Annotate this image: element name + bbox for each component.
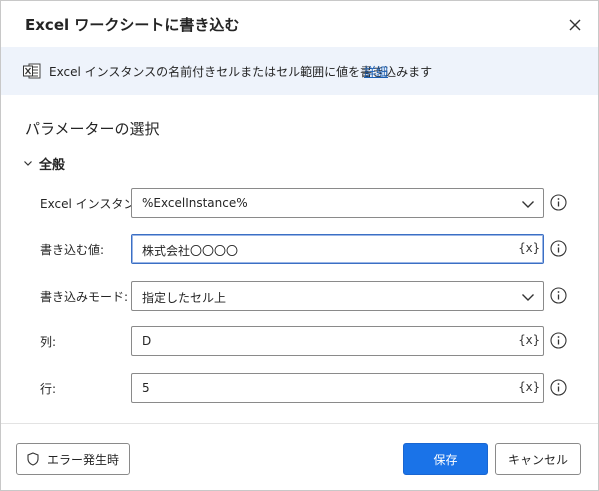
field-row-write-mode: 書き込みモード: 指定したセル上 (1, 281, 598, 311)
excel-icon (23, 63, 41, 79)
group-label: 全般 (39, 157, 66, 173)
chevron-down-icon (522, 201, 534, 208)
info-icon[interactable] (550, 379, 567, 396)
info-banner: Excel インスタンスの名前付きセルまたはセル範囲に値を書き込みます 詳細 (1, 47, 598, 95)
close-button[interactable] (563, 13, 587, 37)
field-value: 5 (142, 381, 150, 395)
info-icon[interactable] (550, 194, 567, 211)
shield-icon (27, 452, 39, 466)
field-label: 列: (40, 335, 57, 349)
on-error-button[interactable]: エラー発生時 (16, 443, 130, 475)
field-row-excel-instance: Excel インスタンス: %ExcelInstance% (1, 188, 598, 218)
field-label: 書き込む値: (40, 243, 105, 257)
dialog-header: Excel ワークシートに書き込む (1, 1, 598, 47)
cancel-button[interactable]: キャンセル (495, 443, 581, 475)
value-input[interactable]: 株式会社〇〇〇〇 {x} (131, 234, 544, 264)
row-input[interactable]: 5 {x} (131, 373, 544, 403)
on-error-label: エラー発生時 (46, 452, 119, 467)
field-value: 指定したセル上 (142, 291, 227, 305)
variable-button[interactable]: {x} (518, 333, 540, 347)
field-row-value: 書き込む値: 株式会社〇〇〇〇 {x} (1, 234, 598, 264)
field-value: D (142, 334, 152, 348)
variable-button[interactable]: {x} (518, 241, 540, 255)
info-icon[interactable] (550, 240, 567, 257)
info-icon[interactable] (550, 332, 567, 349)
details-link[interactable]: 詳細 (364, 63, 388, 80)
section-title: パラメーターの選択 (25, 120, 160, 138)
field-value: 株式会社〇〇〇〇 (142, 244, 239, 258)
close-icon (569, 19, 581, 31)
write-mode-dropdown[interactable]: 指定したセル上 (131, 281, 544, 311)
variable-button[interactable]: {x} (518, 380, 540, 394)
general-group-toggle[interactable]: 全般 (23, 153, 65, 173)
dialog-footer: エラー発生時 保存 キャンセル (1, 423, 598, 490)
info-icon[interactable] (550, 287, 567, 304)
field-row-row: 行: 5 {x} (1, 373, 598, 403)
dialog-title: Excel ワークシートに書き込む (25, 16, 240, 34)
field-label: 行: (40, 382, 57, 396)
field-label: 書き込みモード: (40, 290, 129, 304)
column-input[interactable]: D {x} (131, 326, 544, 356)
write-to-excel-dialog: Excel ワークシートに書き込む Excel インスタンスの名前付きセルまたは… (0, 0, 599, 491)
field-row-column: 列: D {x} (1, 326, 598, 356)
chevron-down-icon (24, 161, 32, 166)
field-value: %ExcelInstance% (142, 196, 248, 210)
chevron-down-icon (522, 294, 534, 301)
save-button[interactable]: 保存 (403, 443, 488, 475)
excel-instance-dropdown[interactable]: %ExcelInstance% (131, 188, 544, 218)
